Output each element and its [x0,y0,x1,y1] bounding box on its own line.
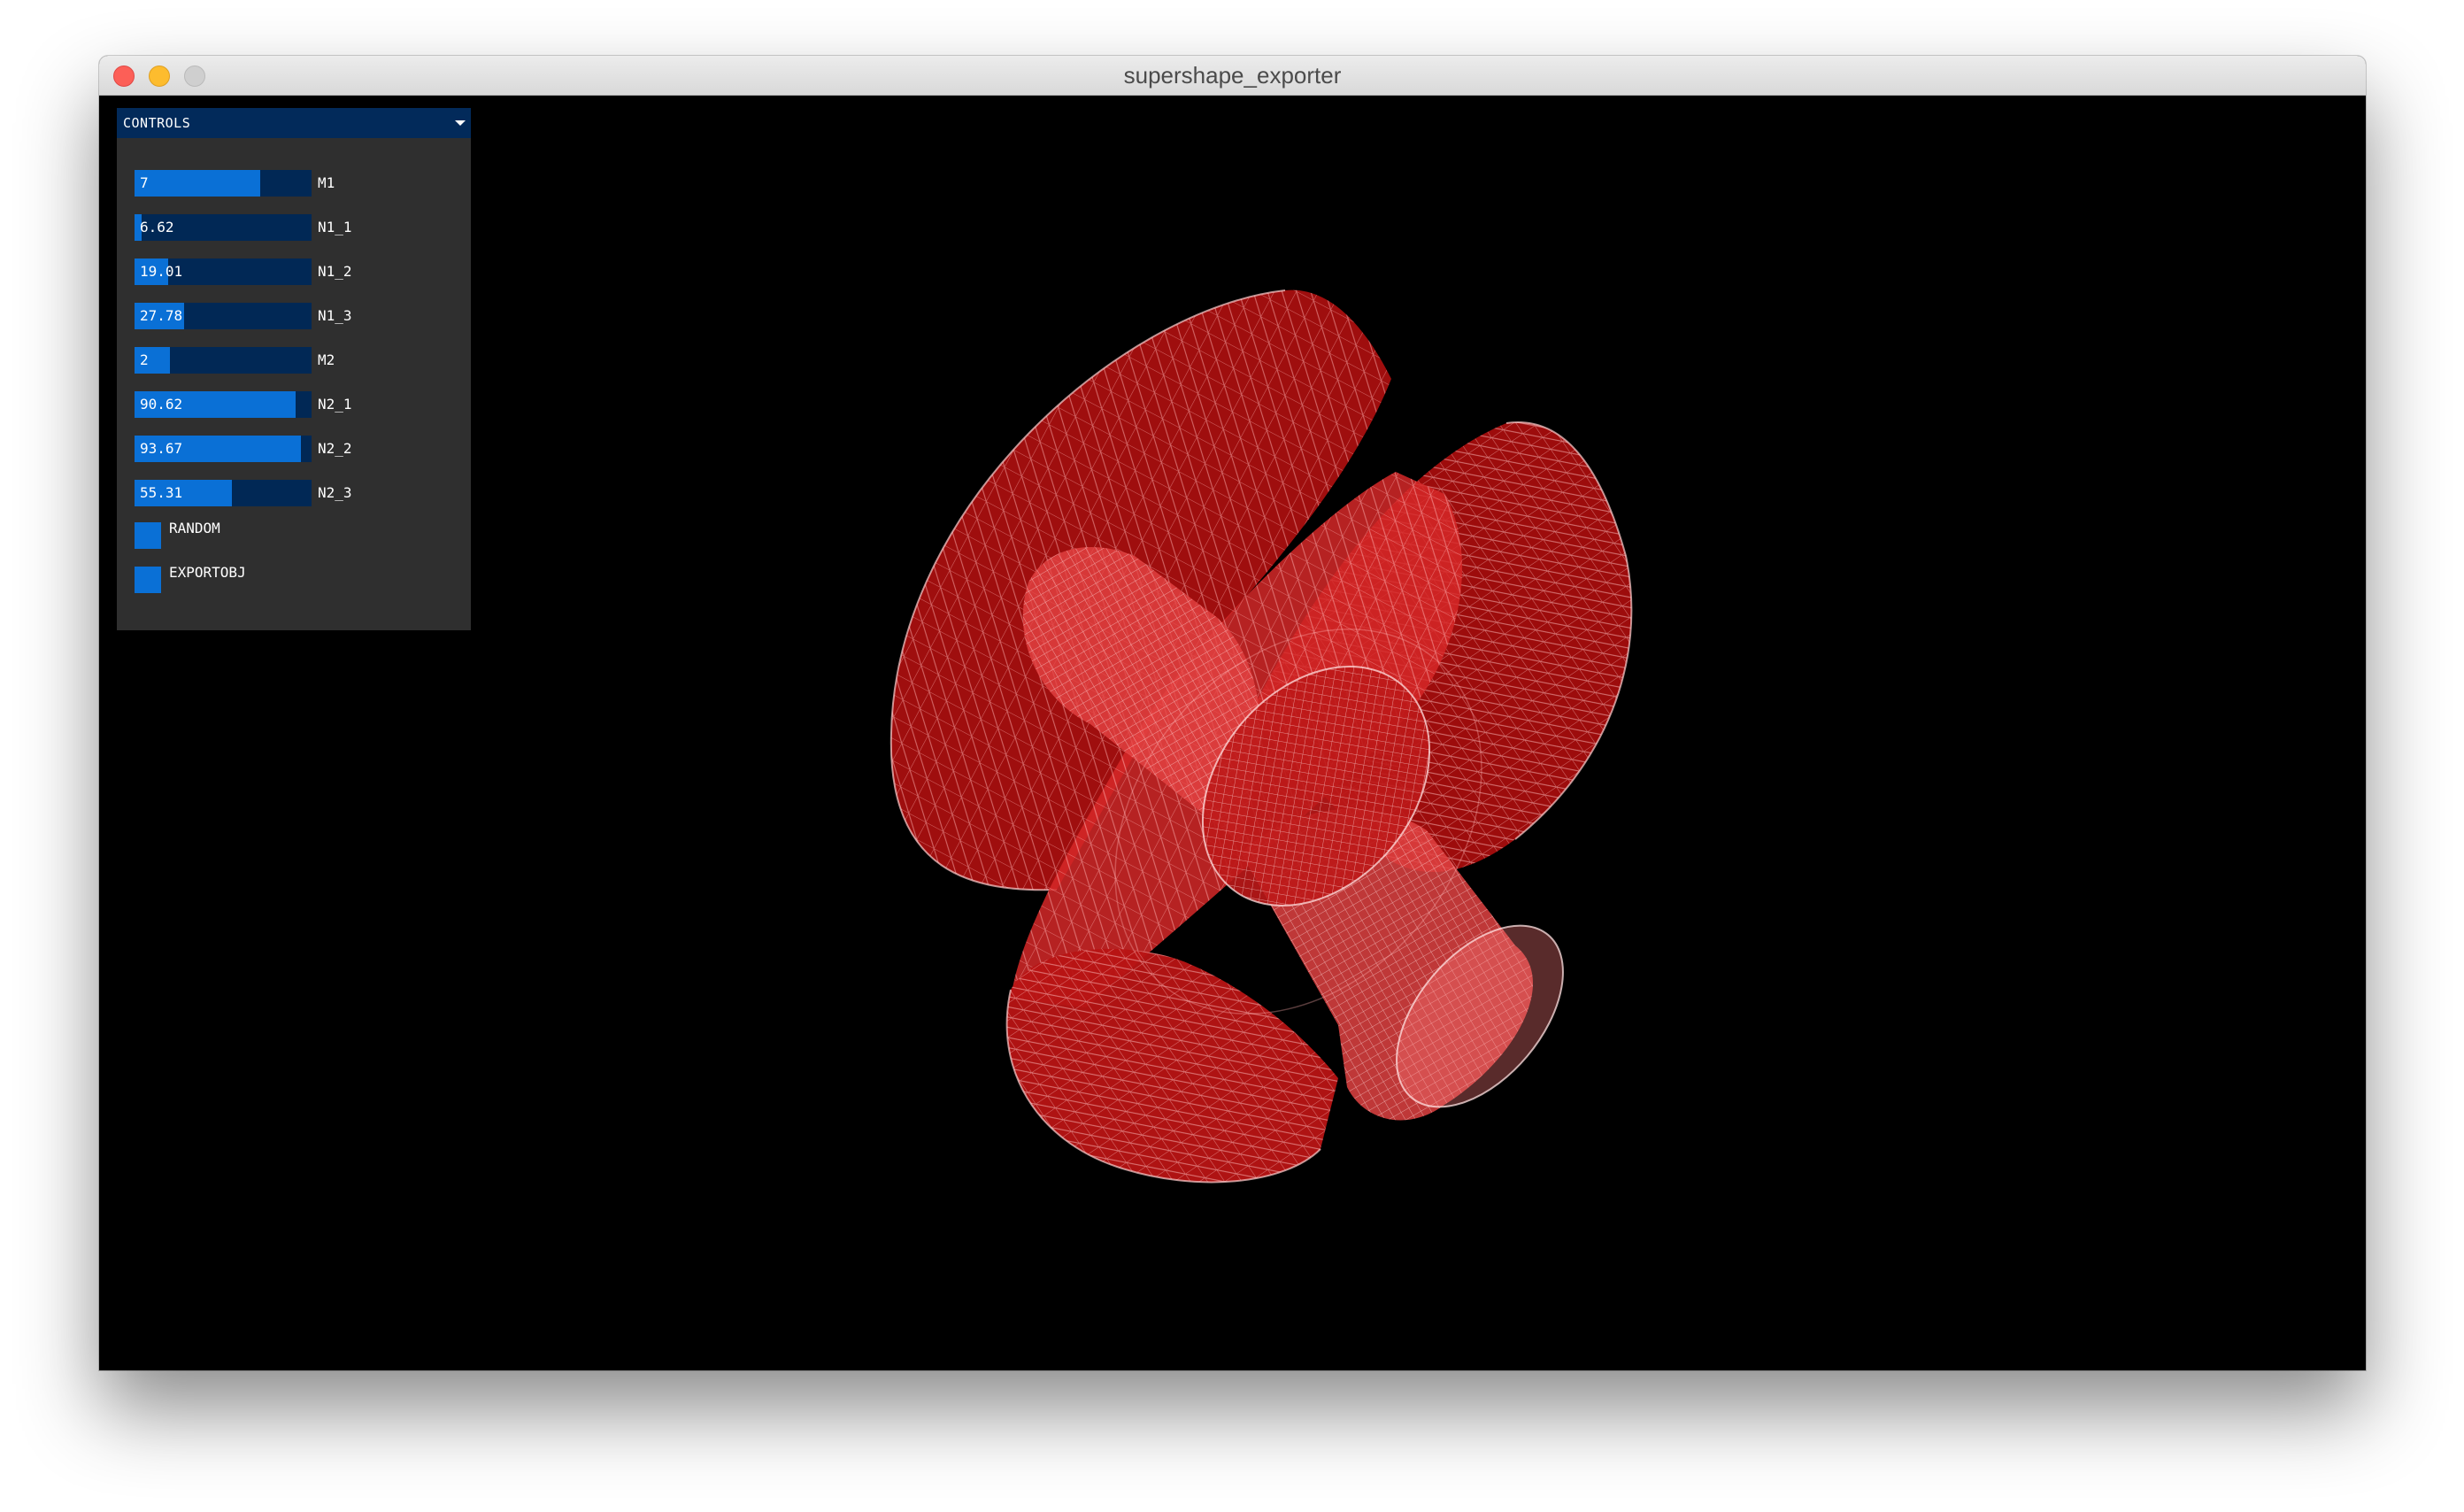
random-button[interactable] [135,522,161,549]
exportobj-button[interactable] [135,567,161,593]
toggle-random[interactable]: RANDOM [135,519,453,549]
slider-track[interactable]: 27.78 [135,303,312,329]
slider-value: 55.31 [140,484,183,501]
slider-n1-2[interactable]: 19.01 N1_2 [135,258,453,285]
title-bar[interactable]: supershape_exporter [99,56,2366,96]
app-window: supershape_exporter CONTROLS 7 M1 6.62 N… [99,56,2366,1370]
slider-track[interactable]: 93.67 [135,436,312,462]
window-title: supershape_exporter [1123,62,1342,89]
toggle-label: RANDOM [169,520,220,536]
slider-label: N1_2 [318,263,352,280]
render-canvas[interactable]: CONTROLS 7 M1 6.62 N1_1 19.01 N1_2 27.78 N1_3 2 M… [99,96,2366,1370]
slider-track[interactable]: 90.62 [135,391,312,418]
slider-m2[interactable]: 2 M2 [135,347,453,374]
slider-track[interactable]: 7 [135,170,312,197]
controls-header[interactable]: CONTROLS [117,108,471,138]
slider-fill [135,170,260,197]
slider-n2-3[interactable]: 55.31 N2_3 [135,480,453,506]
slider-value: 7 [140,174,149,191]
lower-bowl [1005,948,1338,1184]
slider-label: M2 [318,351,335,368]
slider-n1-3[interactable]: 27.78 N1_3 [135,303,453,329]
slider-value: 2 [140,351,149,368]
slider-track[interactable]: 6.62 [135,214,312,241]
slider-track[interactable]: 55.31 [135,480,312,506]
slider-label: N2_3 [318,484,352,501]
toggle-exportobj[interactable]: EXPORTOBJ [135,563,453,593]
slider-label: N2_2 [318,440,352,457]
triangle-down-icon[interactable] [455,120,466,126]
slider-value: 93.67 [140,440,183,457]
slider-m1[interactable]: 7 M1 [135,170,453,197]
slider-label: M1 [318,174,335,191]
slider-label: N1_3 [318,307,352,324]
toggle-label: EXPORTOBJ [169,564,246,581]
slider-n2-2[interactable]: 93.67 N2_2 [135,436,453,462]
controls-title: CONTROLS [123,115,191,131]
slider-track[interactable]: 19.01 [135,258,312,285]
slider-label: N2_1 [318,396,352,413]
slider-value: 19.01 [140,263,183,280]
slider-value: 6.62 [140,219,174,235]
slider-n2-1[interactable]: 90.62 N2_1 [135,391,453,418]
slider-value: 27.78 [140,307,183,324]
slider-n1-1[interactable]: 6.62 N1_1 [135,214,453,241]
slider-label: N1_1 [318,219,352,235]
slider-value: 90.62 [140,396,183,413]
controls-panel: CONTROLS 7 M1 6.62 N1_1 19.01 N1_2 27.78 N1_3 2 M… [117,108,471,630]
slider-track[interactable]: 2 [135,347,312,374]
